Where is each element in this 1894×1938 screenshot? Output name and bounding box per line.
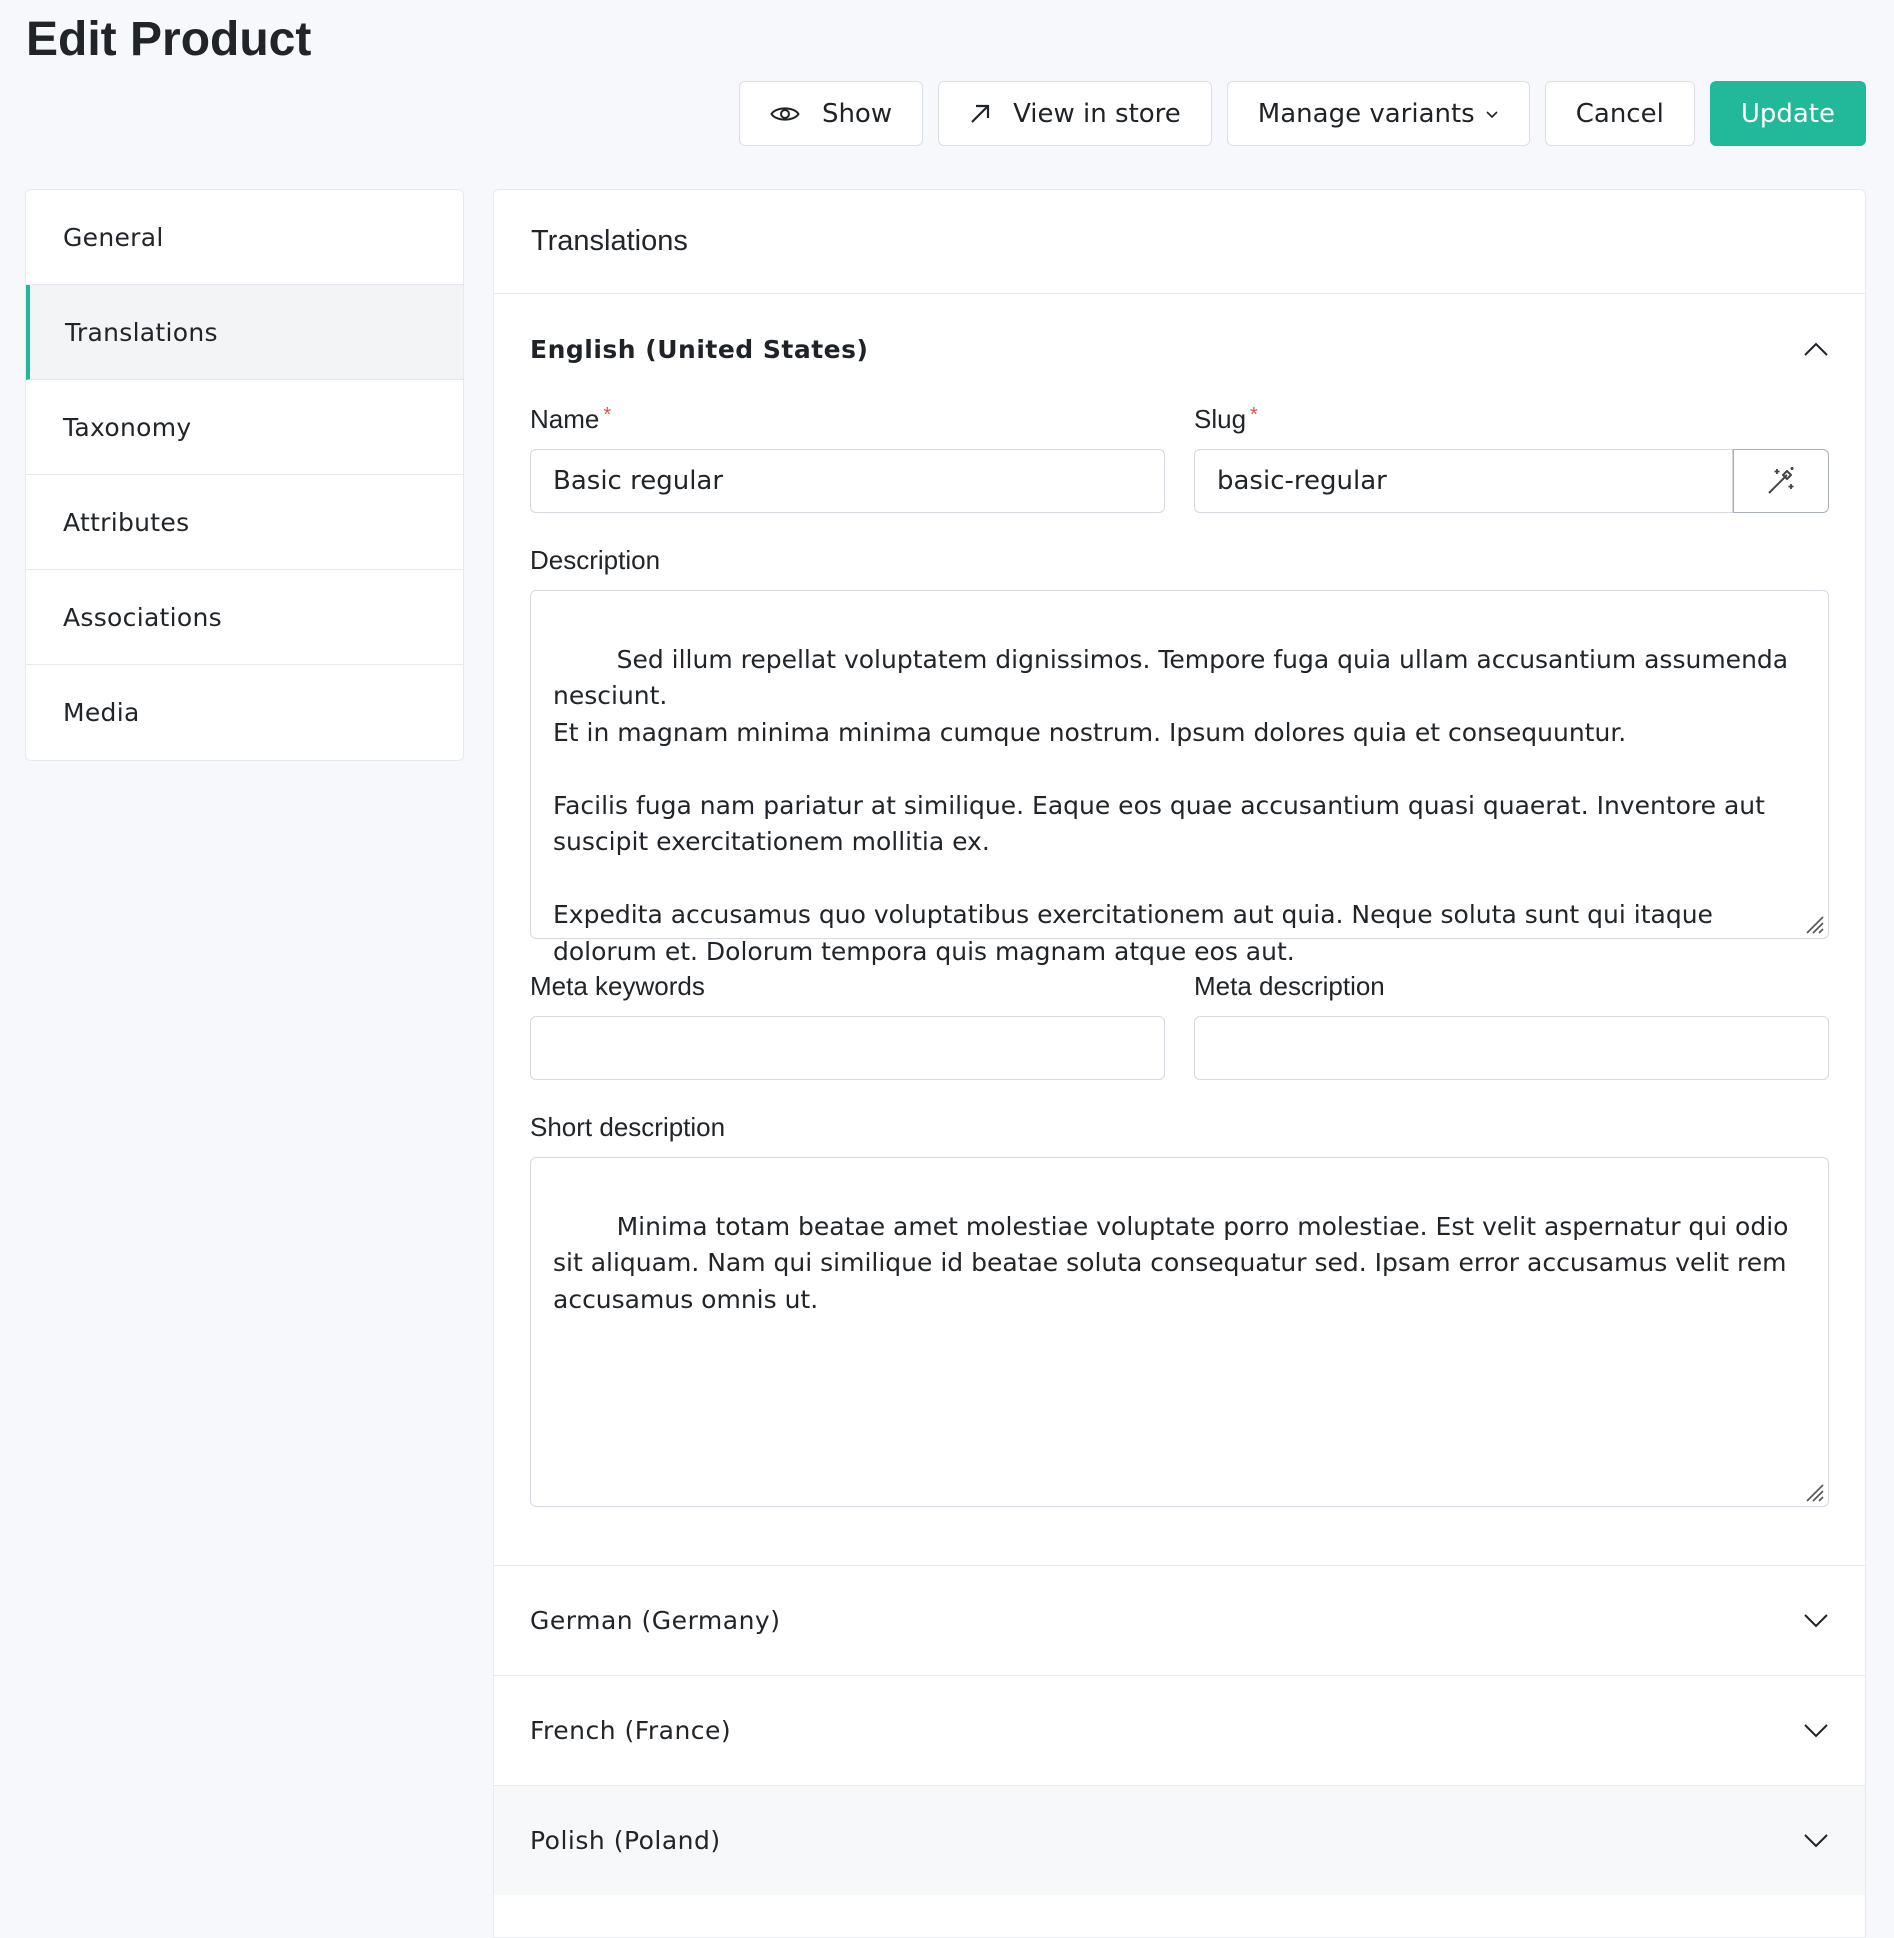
meta-description-input[interactable] xyxy=(1194,1016,1829,1080)
accordion-label-french: French (France) xyxy=(530,1716,732,1745)
accordion-body-english: Name * Basic regular Slug * basic-regular xyxy=(494,404,1865,1565)
required-marker: * xyxy=(1250,404,1258,426)
accordion-header-polish[interactable]: Polish (Poland) xyxy=(494,1785,1865,1895)
translations-panel: Translations English (United States) Nam… xyxy=(493,189,1866,1938)
chevron-down-icon xyxy=(1804,1613,1828,1627)
resize-handle-icon[interactable] xyxy=(1801,911,1825,935)
accordion-label-english: English (United States) xyxy=(530,334,869,364)
chevron-down-icon xyxy=(1486,110,1498,118)
accordion-english: English (United States) Name * Basic regu… xyxy=(494,294,1865,1565)
name-input[interactable]: Basic regular xyxy=(530,449,1165,513)
magic-wand-icon xyxy=(1768,467,1794,494)
update-label: Update xyxy=(1740,98,1835,129)
description-text: Sed illum repellat voluptatem dignissimo… xyxy=(553,644,1789,966)
required-marker: * xyxy=(603,404,612,426)
meta-description-label: Meta description xyxy=(1194,971,1385,1001)
cancel-button[interactable]: Cancel xyxy=(1544,81,1695,146)
sidebar-item-media[interactable]: Media xyxy=(26,665,463,760)
panel-title: Translations xyxy=(494,190,1865,294)
accordion-label-polish: Polish (Poland) xyxy=(530,1826,721,1855)
sidebar-item-translations[interactable]: Translations xyxy=(26,285,463,380)
chevron-down-icon xyxy=(1804,1833,1828,1847)
accordion-header-english[interactable]: English (United States) xyxy=(494,294,1865,404)
short-description-text: Minima totam beatae amet molestiae volup… xyxy=(553,1211,1797,1314)
description-label: Description xyxy=(530,545,661,575)
header-actions: Show View in store Manage variants Cance… xyxy=(738,81,1866,146)
view-in-store-label: View in store xyxy=(1013,98,1181,129)
show-button[interactable]: Show xyxy=(738,81,924,146)
short-description-label: Short description xyxy=(530,1112,726,1142)
eye-icon xyxy=(770,106,800,121)
slug-label: Slug * xyxy=(1194,404,1258,434)
accordion-header-french[interactable]: French (France) xyxy=(494,1675,1865,1785)
sidebar-item-general[interactable]: General xyxy=(26,190,463,285)
arrow-up-right-icon xyxy=(971,104,990,123)
generate-slug-button[interactable] xyxy=(1733,449,1829,513)
view-in-store-button[interactable]: View in store xyxy=(938,81,1212,146)
sidebar-nav: General Translations Taxonomy Attributes… xyxy=(25,189,464,761)
slug-input[interactable]: basic-regular xyxy=(1194,449,1733,513)
meta-keywords-input[interactable] xyxy=(530,1016,1165,1080)
show-button-label: Show xyxy=(821,98,893,129)
meta-keywords-label: Meta keywords xyxy=(530,971,705,1001)
sidebar-item-associations[interactable]: Associations xyxy=(26,570,463,665)
resize-handle-icon[interactable] xyxy=(1801,1479,1825,1503)
short-description-textarea[interactable]: Minima totam beatae amet molestiae volup… xyxy=(530,1157,1829,1507)
manage-variants-dropdown[interactable]: Manage variants xyxy=(1226,81,1530,146)
update-button[interactable]: Update xyxy=(1709,81,1866,146)
chevron-down-icon xyxy=(1804,1723,1828,1737)
name-label: Name * xyxy=(530,404,612,434)
cancel-label: Cancel xyxy=(1575,98,1664,129)
sidebar-item-attributes[interactable]: Attributes xyxy=(26,475,463,570)
page-title: Edit Product xyxy=(26,13,312,66)
description-textarea[interactable]: Sed illum repellat voluptatem dignissimo… xyxy=(530,590,1829,966)
chevron-up-icon xyxy=(1804,342,1828,356)
accordion-header-german[interactable]: German (Germany) xyxy=(494,1565,1865,1675)
accordion-label-german: German (Germany) xyxy=(530,1606,781,1635)
manage-variants-label: Manage variants xyxy=(1257,98,1475,129)
sidebar-item-taxonomy[interactable]: Taxonomy xyxy=(26,380,463,475)
